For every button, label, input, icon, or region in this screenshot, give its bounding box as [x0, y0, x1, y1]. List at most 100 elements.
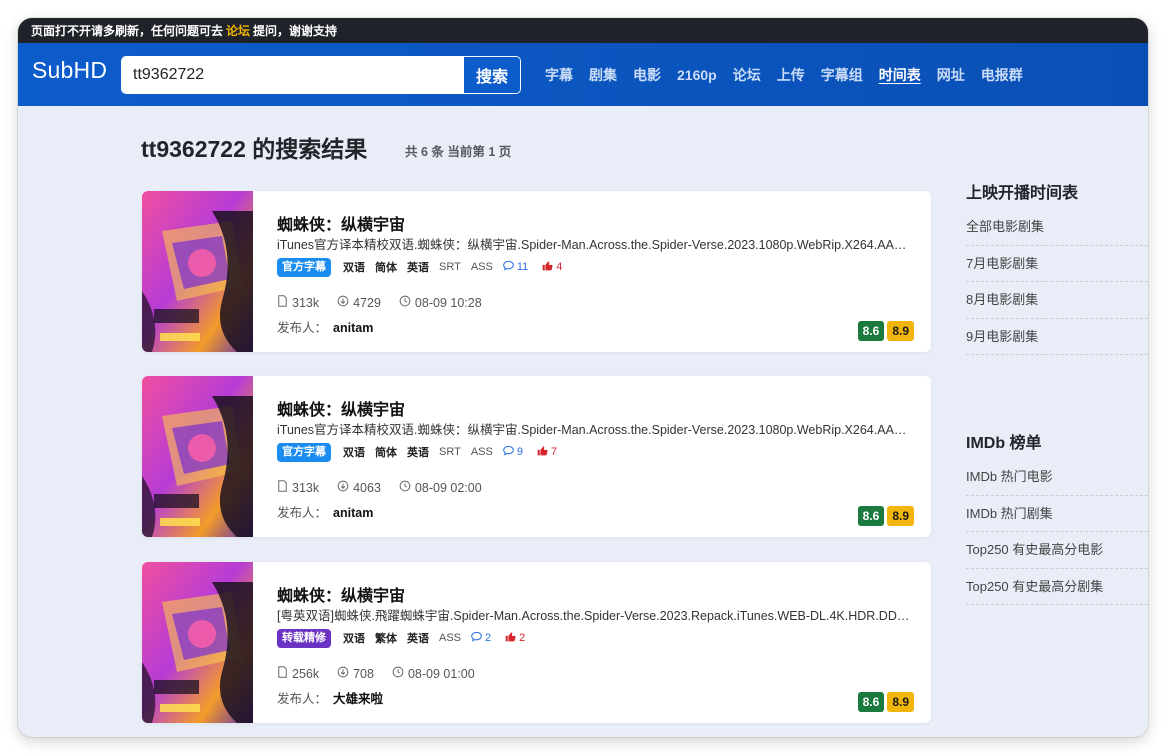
uploader: 发布人： anitam	[277, 502, 373, 521]
schedule-item-0[interactable]: 全部电影剧集	[966, 209, 1148, 246]
stats-row: 313k 4729 08-09 10:28	[277, 295, 500, 310]
page-title: tt9362722 的搜索结果	[141, 136, 368, 162]
imdb-item-1[interactable]: IMDb 热门剧集	[966, 496, 1148, 532]
format-tag: SRT	[439, 446, 461, 458]
format-tag: ASS	[470, 446, 493, 458]
result-card[interactable]: 蜘蛛侠：纵横宇宙 iTunes官方译本精校双语.蜘蛛侠：纵横宇宙.Spider-…	[142, 191, 931, 352]
subtitle-filename[interactable]: [粤英双语]蜘蛛侠.飛躍蜘蛛宇宙.Spider-Man.Across.the.S…	[277, 605, 913, 624]
uploader-name[interactable]: 大雄来啦	[333, 692, 383, 706]
tag-row: 转载精修 双语 繁体 英语 ASS 2 2	[277, 628, 525, 648]
comment-count-value: 11	[516, 261, 529, 273]
file-size-value: 313k	[292, 295, 320, 310]
download-count: 4729	[337, 295, 381, 310]
poster-image[interactable]	[142, 376, 253, 537]
schedule-list: 全部电影剧集 7月电影剧集 8月电影剧集 9月电影剧集	[966, 209, 1148, 355]
subtitle-filename[interactable]: iTunes官方译本精校双语.蜘蛛侠：纵横宇宙.Spider-Man.Acros…	[277, 234, 913, 253]
like-count[interactable]: 4	[542, 260, 562, 274]
lang-tag: 简体	[375, 447, 397, 459]
file-icon	[277, 295, 292, 310]
like-count[interactable]: 7	[537, 445, 557, 459]
card-title[interactable]: 蜘蛛侠：纵横宇宙	[277, 582, 405, 606]
uploader-label: 发布人：	[277, 506, 328, 520]
lang-tag: 双语	[343, 633, 365, 645]
notice-text-after: 提问，谢谢支持	[253, 24, 338, 38]
nav-link-4[interactable]: 论坛	[733, 65, 761, 85]
ratings: 8.6 8.9	[855, 506, 914, 526]
format-tag: ASS	[470, 261, 493, 273]
format-tag: SRT	[439, 261, 461, 273]
nav-link-5[interactable]: 上传	[777, 65, 805, 85]
card-body: 蜘蛛侠：纵横宇宙 iTunes官方译本精校双语.蜘蛛侠：纵横宇宙.Spider-…	[277, 191, 917, 352]
comment-count[interactable]: 9	[502, 445, 523, 459]
uploader: 发布人： anitam	[277, 317, 373, 336]
card-title[interactable]: 蜘蛛侠：纵横宇宙	[277, 211, 405, 235]
imdb-rating: 8.9	[887, 321, 914, 341]
lang-tag: 繁体	[375, 633, 397, 645]
nav-link-9[interactable]: 电报群	[981, 65, 1023, 85]
source-badge: 官方字幕	[277, 442, 331, 462]
file-size: 313k	[277, 480, 319, 495]
poster-image[interactable]	[142, 191, 253, 352]
like-count-value: 7	[550, 446, 558, 458]
nav-link-1[interactable]: 剧集	[589, 65, 617, 85]
tag-row: 官方字幕 双语 简体 英语 SRT ASS 11 4	[277, 257, 562, 277]
uploader-label: 发布人：	[277, 321, 328, 335]
result-count: 共 6 条 当前第 1 页	[405, 145, 512, 159]
comment-count[interactable]: 11	[502, 260, 529, 274]
schedule-item-1[interactable]: 7月电影剧集	[966, 246, 1148, 282]
thumbs-up-icon	[542, 260, 556, 274]
nav-link-6[interactable]: 字幕组	[821, 65, 863, 85]
download-count-value: 4729	[353, 295, 381, 310]
lang-tag: 英语	[407, 447, 429, 459]
stats-row: 313k 4063 08-09 02:00	[277, 480, 500, 495]
source-badge: 官方字幕	[277, 257, 331, 277]
search-input[interactable]	[122, 57, 463, 93]
nav-link-0[interactable]: 字幕	[545, 65, 573, 85]
tag-row: 官方字幕 双语 简体 英语 SRT ASS 9 7	[277, 442, 557, 462]
thumbs-up-icon	[505, 631, 519, 645]
like-count[interactable]: 2	[505, 631, 525, 645]
lang-tag: 简体	[375, 262, 397, 274]
schedule-item-3[interactable]: 9月电影剧集	[966, 319, 1148, 355]
lang-tag: 双语	[343, 262, 365, 274]
imdb-item-0[interactable]: IMDb 热门电影	[966, 459, 1148, 496]
uploader-name[interactable]: anitam	[333, 321, 373, 335]
imdb-item-2[interactable]: Top250 有史最高分电影	[966, 532, 1148, 569]
download-count-value: 4063	[353, 480, 381, 495]
file-icon	[277, 666, 292, 681]
upload-time-value: 08-09 02:00	[414, 480, 482, 495]
ratings: 8.6 8.9	[855, 692, 914, 712]
poster-image[interactable]	[142, 562, 253, 723]
nav-link-7[interactable]: 时间表	[879, 65, 921, 85]
like-count-value: 2	[519, 632, 526, 644]
comment-count-value: 2	[485, 632, 492, 644]
comment-icon	[471, 631, 485, 645]
upload-time-value: 08-09 01:00	[407, 666, 475, 681]
nav-link-8[interactable]: 网址	[937, 65, 965, 85]
download-icon	[337, 295, 353, 310]
result-card[interactable]: 蜘蛛侠：纵横宇宙 [粤英双语]蜘蛛侠.飛躍蜘蛛宇宙.Spider-Man.Acr…	[142, 562, 931, 723]
uploader-name[interactable]: anitam	[333, 506, 373, 520]
card-title[interactable]: 蜘蛛侠：纵横宇宙	[277, 396, 405, 420]
comment-icon	[502, 260, 517, 274]
file-size: 256k	[277, 666, 319, 681]
site-logo[interactable]: SubHD	[32, 57, 107, 84]
clock-icon	[392, 666, 408, 681]
nav-link-3[interactable]: 2160p	[677, 67, 717, 83]
imdb-list: IMDb 热门电影 IMDb 热门剧集 Top250 有史最高分电影 Top250 有…	[966, 459, 1148, 605]
notice-forum-link[interactable]: 论坛	[226, 22, 250, 39]
nav-link-2[interactable]: 电影	[633, 65, 661, 85]
file-size-value: 256k	[292, 666, 320, 681]
download-count-value: 708	[353, 666, 374, 681]
schedule-item-2[interactable]: 8月电影剧集	[966, 282, 1148, 319]
file-size: 313k	[277, 295, 319, 310]
imdb-item-3[interactable]: Top250 有史最高分剧集	[966, 569, 1148, 605]
search-button[interactable]: 搜索	[463, 57, 520, 93]
subtitle-filename[interactable]: iTunes官方译本精校双语.蜘蛛侠：纵横宇宙.Spider-Man.Acros…	[277, 419, 913, 438]
result-card[interactable]: 蜘蛛侠：纵横宇宙 iTunes官方译本精校双语.蜘蛛侠：纵横宇宙.Spider-…	[142, 376, 931, 537]
upload-time: 08-09 02:00	[399, 480, 482, 495]
upload-time-value: 08-09 10:28	[414, 295, 482, 310]
comment-count[interactable]: 2	[471, 631, 491, 645]
sidebar-imdb: IMDb 榜单 IMDb 热门电影 IMDb 热门剧集 Top250 有史最高分电影…	[966, 429, 1148, 605]
search-box: 搜索	[121, 56, 521, 94]
